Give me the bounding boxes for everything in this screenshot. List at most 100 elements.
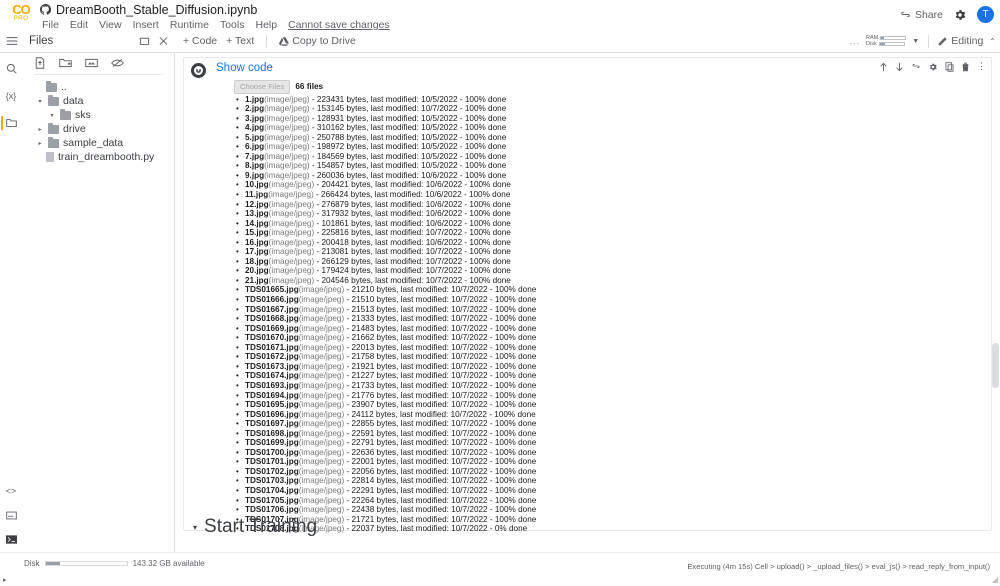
show-code-link[interactable]: Show code [212,62,991,74]
upload-file-mime: (image/jpeg) [298,361,345,371]
menu-insert[interactable]: Insert [133,19,159,31]
terminal-icon[interactable] [5,535,17,544]
new-folder-icon[interactable] [59,57,72,69]
upload-file-detail: - 24112 bytes, last modified: 10/7/2022 … [346,409,536,419]
settings-gear-icon[interactable] [953,8,967,22]
upload-list-item: TDS01667.jpg(image/jpeg) - 21513 bytes, … [234,305,991,315]
move-cell-down-icon[interactable] [895,62,904,72]
tree-item-drive[interactable]: ▸ drive [22,122,174,136]
tree-item-train-script[interactable]: train_dreambooth.py [22,150,174,164]
copy-cell-icon[interactable] [945,62,954,72]
editing-label: Editing [951,35,984,47]
upload-file-mime: (image/jpeg) [268,199,315,209]
menu-file[interactable]: File [42,19,59,31]
menu-help[interactable]: Help [255,19,277,31]
upload-file-name: 2.jpg [245,104,265,114]
add-text-cell-button[interactable]: + Text [226,35,254,47]
upload-file-detail: - 22855 bytes, last modified: 10/7/2022 … [346,419,537,429]
scrollbar-thumb[interactable] [992,343,999,388]
folder-icon [48,136,59,148]
upload-file-mime: (image/jpeg) [264,123,310,133]
more-options-dots[interactable]: ... [850,36,861,46]
upload-file-detail: - 21776 bytes, last modified: 10/7/2022 … [346,390,537,400]
delete-cell-icon[interactable] [961,62,970,72]
files-icon[interactable] [0,116,17,131]
menu-runtime[interactable]: Runtime [170,19,209,31]
menu-view[interactable]: View [99,19,122,31]
tree-item-sks[interactable]: ▾ sks [22,108,174,122]
chevron-down-icon[interactable]: ▾ [36,98,44,105]
upload-file-name: 3.jpg [245,113,265,123]
tree-item-label: train_dreambooth.py [58,151,155,163]
upload-file-name: 5.jpg [245,132,265,142]
chevron-right-icon[interactable]: ▸ [36,140,44,147]
mount-drive-icon[interactable] [85,57,98,69]
code-cell[interactable]: Show code Choose Files 66 files 1.jpg(im… [183,57,992,534]
more-vert-icon[interactable]: ⋮ [977,62,986,72]
collapse-toolbar-icon[interactable]: ⌃ [989,37,996,46]
upload-file-detail: - 21210 bytes, last modified: 10/7/2022 … [346,285,537,295]
section-start-training[interactable]: ▾ Start Training [193,516,317,538]
vertical-scrollbar[interactable] [992,113,999,552]
upload-list-item: 10.jpg(image/jpeg) - 204421 bytes, last … [234,180,991,190]
resource-meters[interactable]: RAM Disk [866,35,907,48]
cell-run-gutter[interactable] [184,58,212,530]
expand-status-icon[interactable]: ▸ [3,576,7,584]
upload-file-mime: (image/jpeg) [298,342,345,352]
upload-file-detail: - 21227 bytes, last modified: 10/7/2022 … [346,371,537,381]
menu-icon[interactable] [6,36,18,46]
link-cell-icon[interactable] [911,62,921,70]
code-snippets-icon[interactable]: <> [6,486,17,496]
editing-button[interactable]: Editing [938,35,983,47]
open-in-new-icon[interactable] [139,36,150,46]
upload-file-mime: (image/jpeg) [298,419,345,429]
github-icon[interactable] [40,4,51,15]
upload-file-detail: - 22264 bytes, last modified: 10/7/2022 … [346,495,537,505]
colab-logo[interactable]: CO PRO [6,2,36,23]
cell-running-spinner-icon[interactable] [190,63,206,78]
upload-list: 1.jpg(image/jpeg) - 223431 bytes, last m… [234,95,991,534]
folder-icon [48,94,59,106]
share-button[interactable]: Share [900,9,943,21]
cell-settings-icon[interactable] [928,62,938,72]
resize-handle[interactable]: ◢ [992,575,998,584]
search-icon[interactable] [6,63,17,74]
upload-file-detail: - 22814 bytes, last modified: 10/7/2022 … [346,476,537,486]
upload-list-item: TDS01695.jpg(image/jpeg) - 23907 bytes, … [234,400,991,410]
add-code-cell-button[interactable]: + Code [183,35,217,47]
toggle-hidden-files-icon[interactable] [111,57,124,69]
upload-file-detail: - 23907 bytes, last modified: 10/7/2022 … [346,400,537,410]
toolbar: Files + Code + Text Copy to Drive ... RA… [0,30,1000,53]
upload-list-item: TDS01694.jpg(image/jpeg) - 21776 bytes, … [234,391,991,401]
upload-file-detail: - 260036 bytes, last modified: 10/6/2022… [311,170,507,180]
upload-file-mime: (image/jpeg) [264,161,310,171]
close-icon[interactable] [158,36,169,46]
terminal-panel-icon[interactable] [5,511,17,520]
menu-edit[interactable]: Edit [70,19,88,31]
avatar[interactable]: T [977,6,994,23]
chevron-right-icon[interactable]: ▸ [36,126,44,133]
tree-item-parent[interactable]: .. [22,80,174,94]
rail-bottom-icons: <> [0,486,22,544]
upload-file-detail: - 204421 bytes, last modified: 10/6/2022… [316,180,511,190]
chevron-down-icon[interactable]: ▾ [193,523,197,532]
menu-tools[interactable]: Tools [220,19,245,31]
copy-to-drive-button[interactable]: Copy to Drive [279,35,356,47]
upload-file-name: 15.jpg [245,228,269,238]
upload-file-mime: (image/jpeg) [264,94,310,104]
choose-files-button[interactable]: Choose Files [234,80,291,94]
tree-item-sample-data[interactable]: ▸ sample_data [22,136,174,150]
file-upload-widget: Choose Files 66 files [234,80,991,95]
variables-icon[interactable]: {x} [6,91,17,101]
tree-item-label: sample_data [63,137,124,149]
upload-file-detail: - 154857 bytes, last modified: 10/5/2022… [311,161,507,171]
upload-file-detail: - 213081 bytes, last modified: 10/7/2022… [316,247,511,257]
upload-file-icon[interactable] [34,57,46,69]
share-label: Share [914,8,943,21]
upload-file-mime: (image/jpeg) [264,132,310,142]
chevron-down-icon[interactable]: ▼ [912,38,919,45]
tree-item-data[interactable]: ▾ data [22,94,174,108]
chevron-down-icon[interactable]: ▾ [48,112,56,119]
upload-file-detail: - 22791 bytes, last modified: 10/7/2022 … [346,438,537,448]
move-cell-up-icon[interactable] [879,62,888,72]
